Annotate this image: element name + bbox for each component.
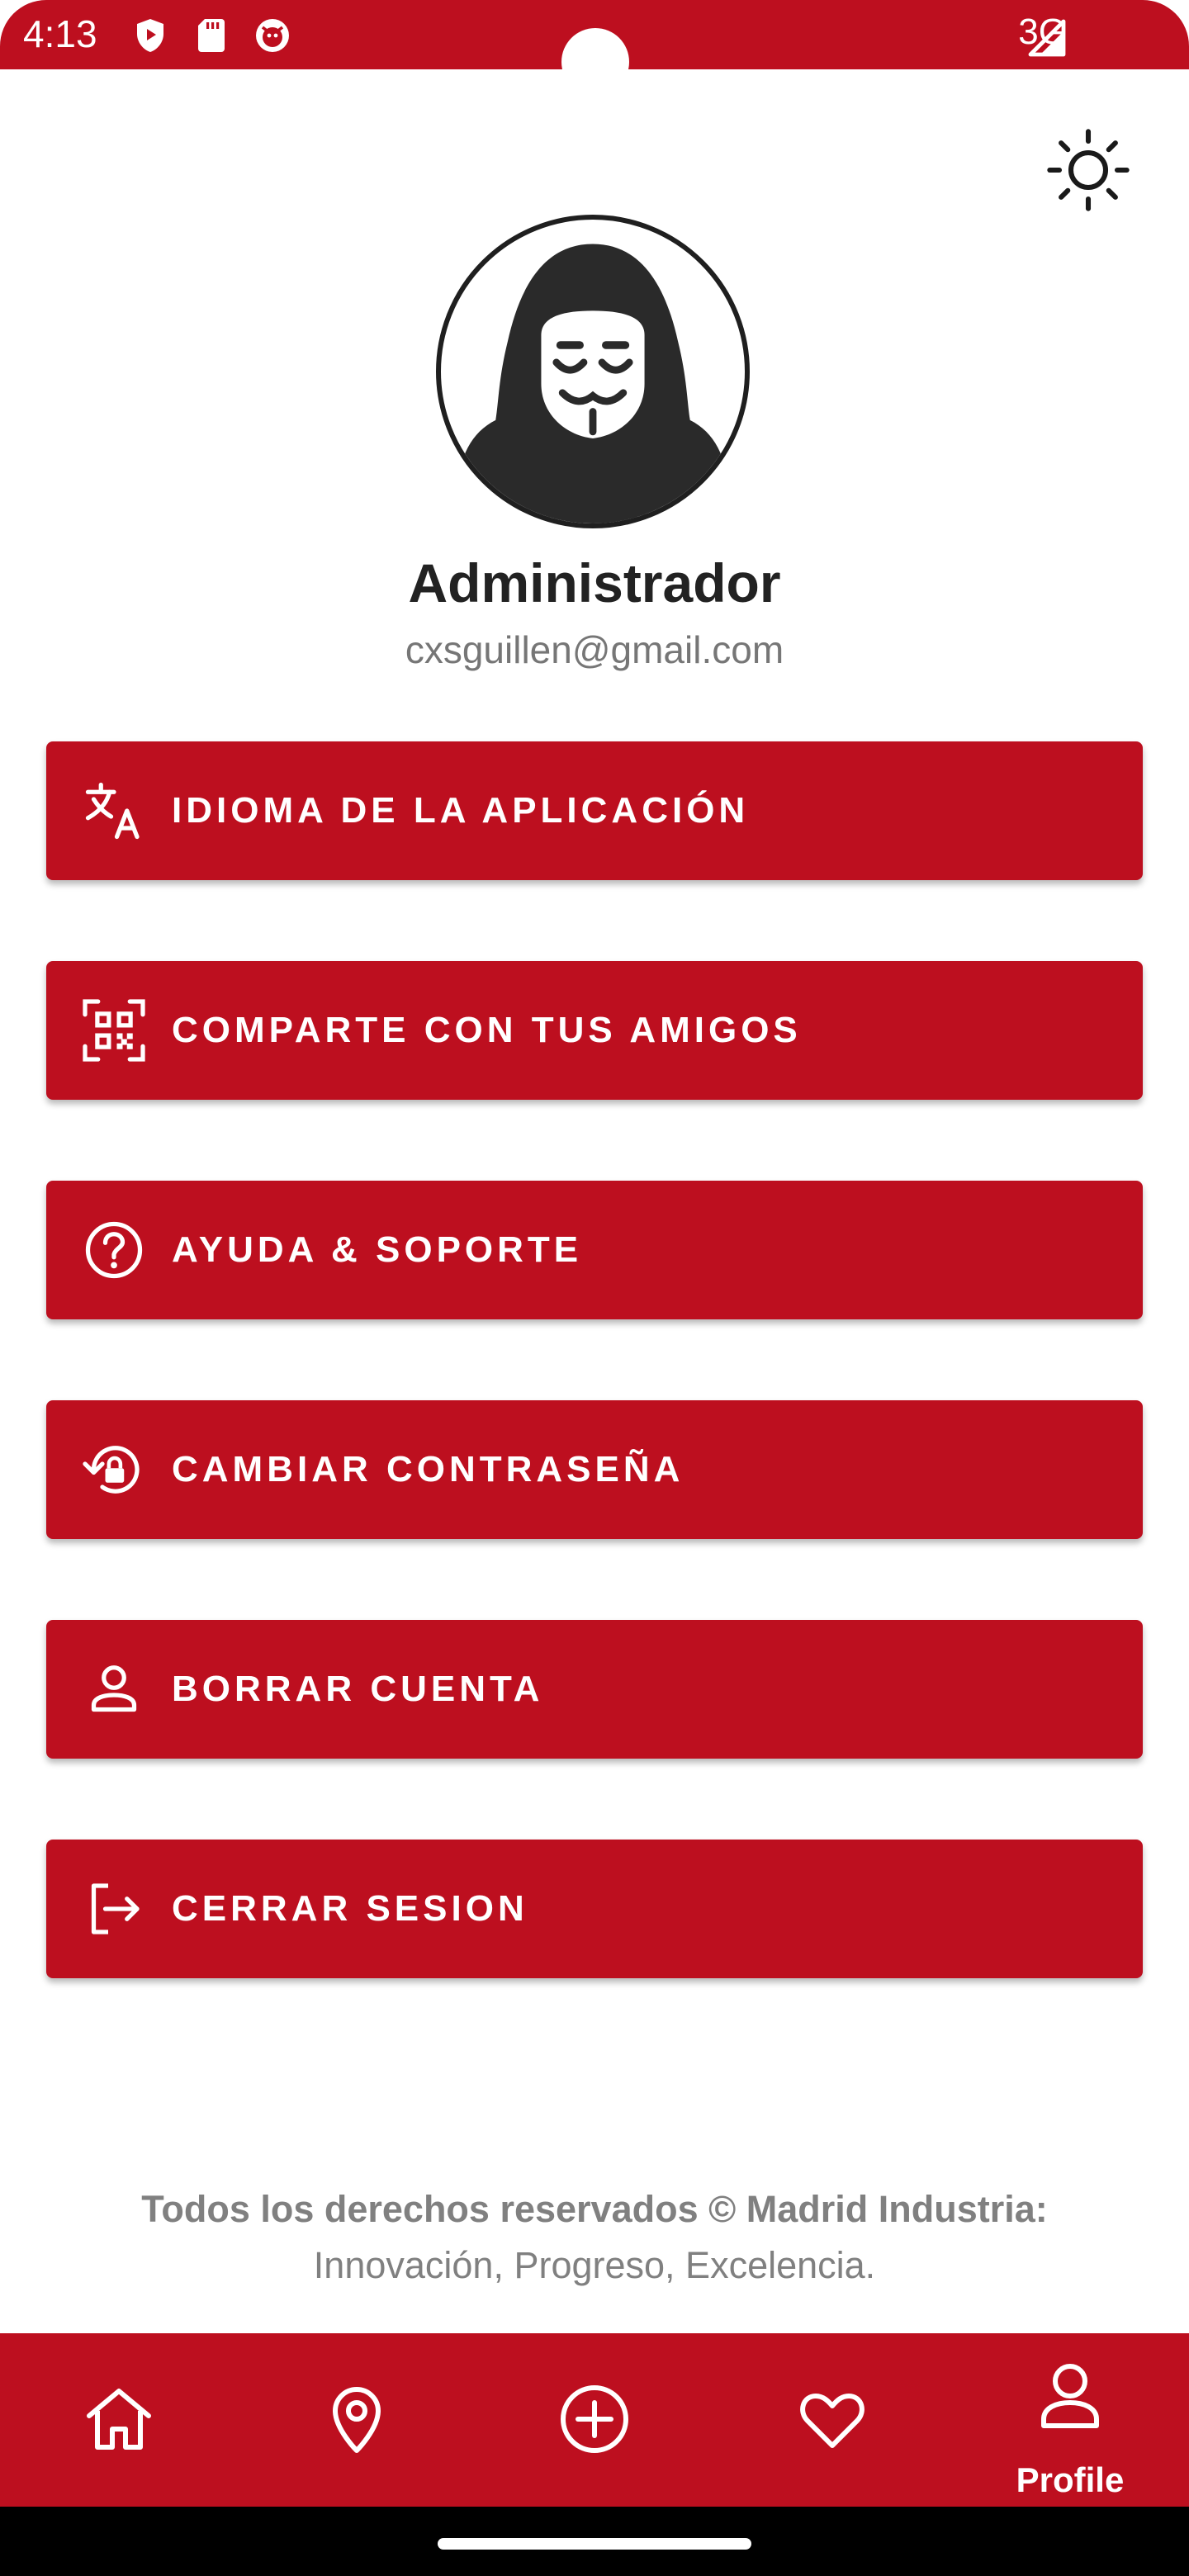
anonymous-hacker-avatar [456,244,730,523]
change-password-button[interactable]: CAMBIAR CONTRASEÑA [46,1400,1143,1539]
logout-button[interactable]: CERRAR SESION [46,1840,1143,1978]
help-support-button[interactable]: AYUDA & SOPORTE [46,1181,1143,1319]
delete-account-button[interactable]: BORRAR CUENTA [46,1620,1143,1759]
profile-menu: IDIOMA DE LA APLICACIÓN COMPARTE CON TUS… [46,741,1143,2059]
location-pin-icon [333,2387,381,2453]
cell-signal-icon [1028,19,1066,57]
gesture-navigation-bar [0,2507,1189,2576]
status-bar: 4:13 3G [0,0,1189,96]
app-notification-icon [256,19,289,52]
nav-profile[interactable]: Profile [971,2333,1169,2507]
change-password-label: CAMBIAR CONTRASEÑA [172,1449,685,1489]
nav-add[interactable] [495,2333,694,2507]
person-icon [91,1665,137,1712]
heart-icon [800,2394,865,2448]
profile-icon [1041,2364,1099,2428]
nav-map[interactable] [258,2333,456,2507]
logout-label: CERRAR SESION [172,1888,528,1929]
status-time: 4:13 [23,12,97,55]
sun-icon[interactable] [1042,124,1135,216]
share-with-friends-button[interactable]: COMPARTE CON TUS AMIGOS [46,961,1143,1100]
lock-reset-icon [83,1446,140,1494]
copyright-line: Todos los derechos reservados © Madrid I… [141,2188,1048,2230]
app-language-label: IDIOMA DE LA APLICACIÓN [172,790,750,831]
qr-code-icon [83,999,145,1062]
app-language-button[interactable]: IDIOMA DE LA APLICACIÓN [46,741,1143,880]
home-gesture-handle[interactable] [438,2538,751,2550]
sd-card-icon [198,19,225,52]
copyright-footer: Todos los derechos reservados © Madrid I… [0,2181,1189,2294]
nav-favorites[interactable] [733,2333,931,2507]
tagline: Innovación, Progreso, Excelencia. [313,2244,876,2286]
help-support-label: AYUDA & SOPORTE [172,1229,583,1270]
avatar [436,215,750,528]
status-icons [130,15,292,56]
profile-email: cxsguillen@gmail.com [405,628,784,671]
translate-icon [85,782,140,840]
logout-icon [91,1883,140,1934]
profile-name: Administrador [408,552,781,613]
home-icon [87,2389,151,2450]
camera-cutout [561,28,629,96]
help-icon [85,1221,143,1279]
delete-account-label: BORRAR CUENTA [172,1669,544,1709]
nav-home[interactable] [20,2333,218,2507]
nav-profile-label: Profile [1016,2460,1125,2499]
play-protect-icon [137,19,163,52]
bottom-navigation: Profile [0,2333,1189,2507]
share-with-friends-label: COMPARTE CON TUS AMIGOS [172,1010,802,1050]
add-circle-icon [561,2385,628,2453]
